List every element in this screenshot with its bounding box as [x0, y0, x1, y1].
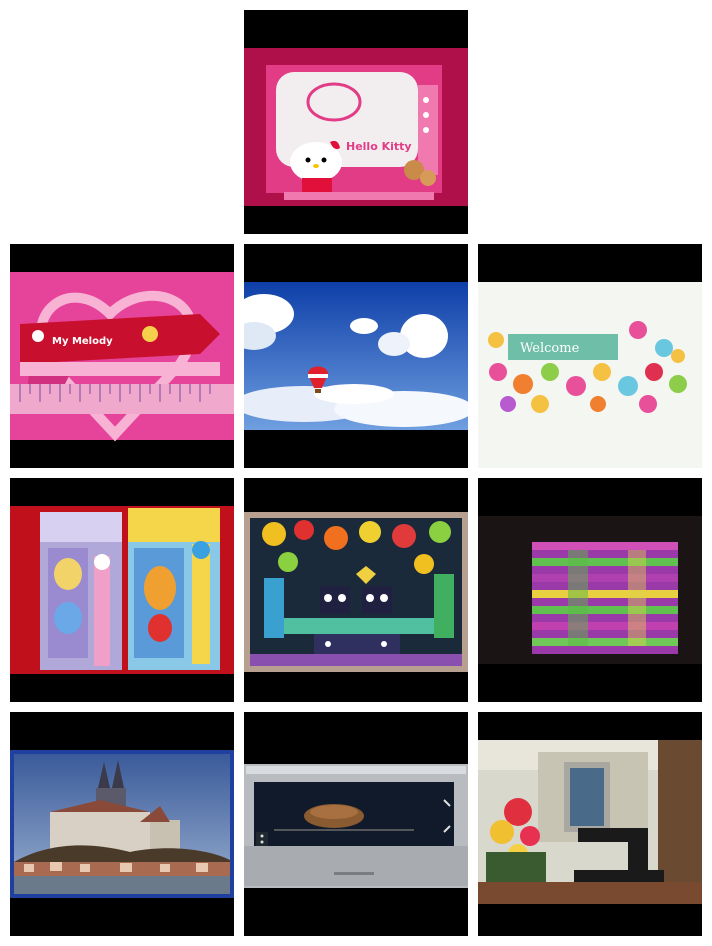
oven-image — [244, 764, 468, 888]
image-tile-sewing-machine[interactable] — [478, 712, 702, 936]
image-tile-castle[interactable] — [10, 712, 234, 936]
image-tile-hello-kitty-toaster[interactable]: Hello Kitty — [244, 10, 468, 234]
image-tile-cat-painting[interactable] — [244, 478, 468, 702]
image-tile-hot-air-balloon[interactable] — [244, 244, 468, 468]
image-tile-my-melody-ruler[interactable]: My Melody — [10, 244, 234, 468]
hello-kitty-logo-text: Hello Kitty — [346, 140, 412, 153]
image-tile-welcome-sign[interactable]: Welcome — [478, 244, 702, 468]
image-tile-oven[interactable] — [244, 712, 468, 936]
image-tile-knitted-dishcloth[interactable] — [478, 478, 702, 702]
hello-kitty-toaster-image: Hello Kitty — [244, 48, 468, 206]
princess-stationery-image — [10, 506, 234, 674]
image-tile-princess-stationery[interactable] — [10, 478, 234, 702]
my-melody-logo-text: My Melody — [52, 336, 113, 347]
sewing-machine-image — [478, 740, 702, 904]
knitted-dishcloth-image — [478, 516, 702, 664]
welcome-sign-image: Welcome — [478, 282, 702, 468]
my-melody-ruler-image: My Melody — [10, 272, 234, 442]
cat-painting-image — [244, 512, 468, 672]
hot-air-balloon-image — [244, 282, 468, 430]
welcome-sign-text: Welcome — [520, 341, 580, 356]
castle-image — [10, 750, 234, 898]
